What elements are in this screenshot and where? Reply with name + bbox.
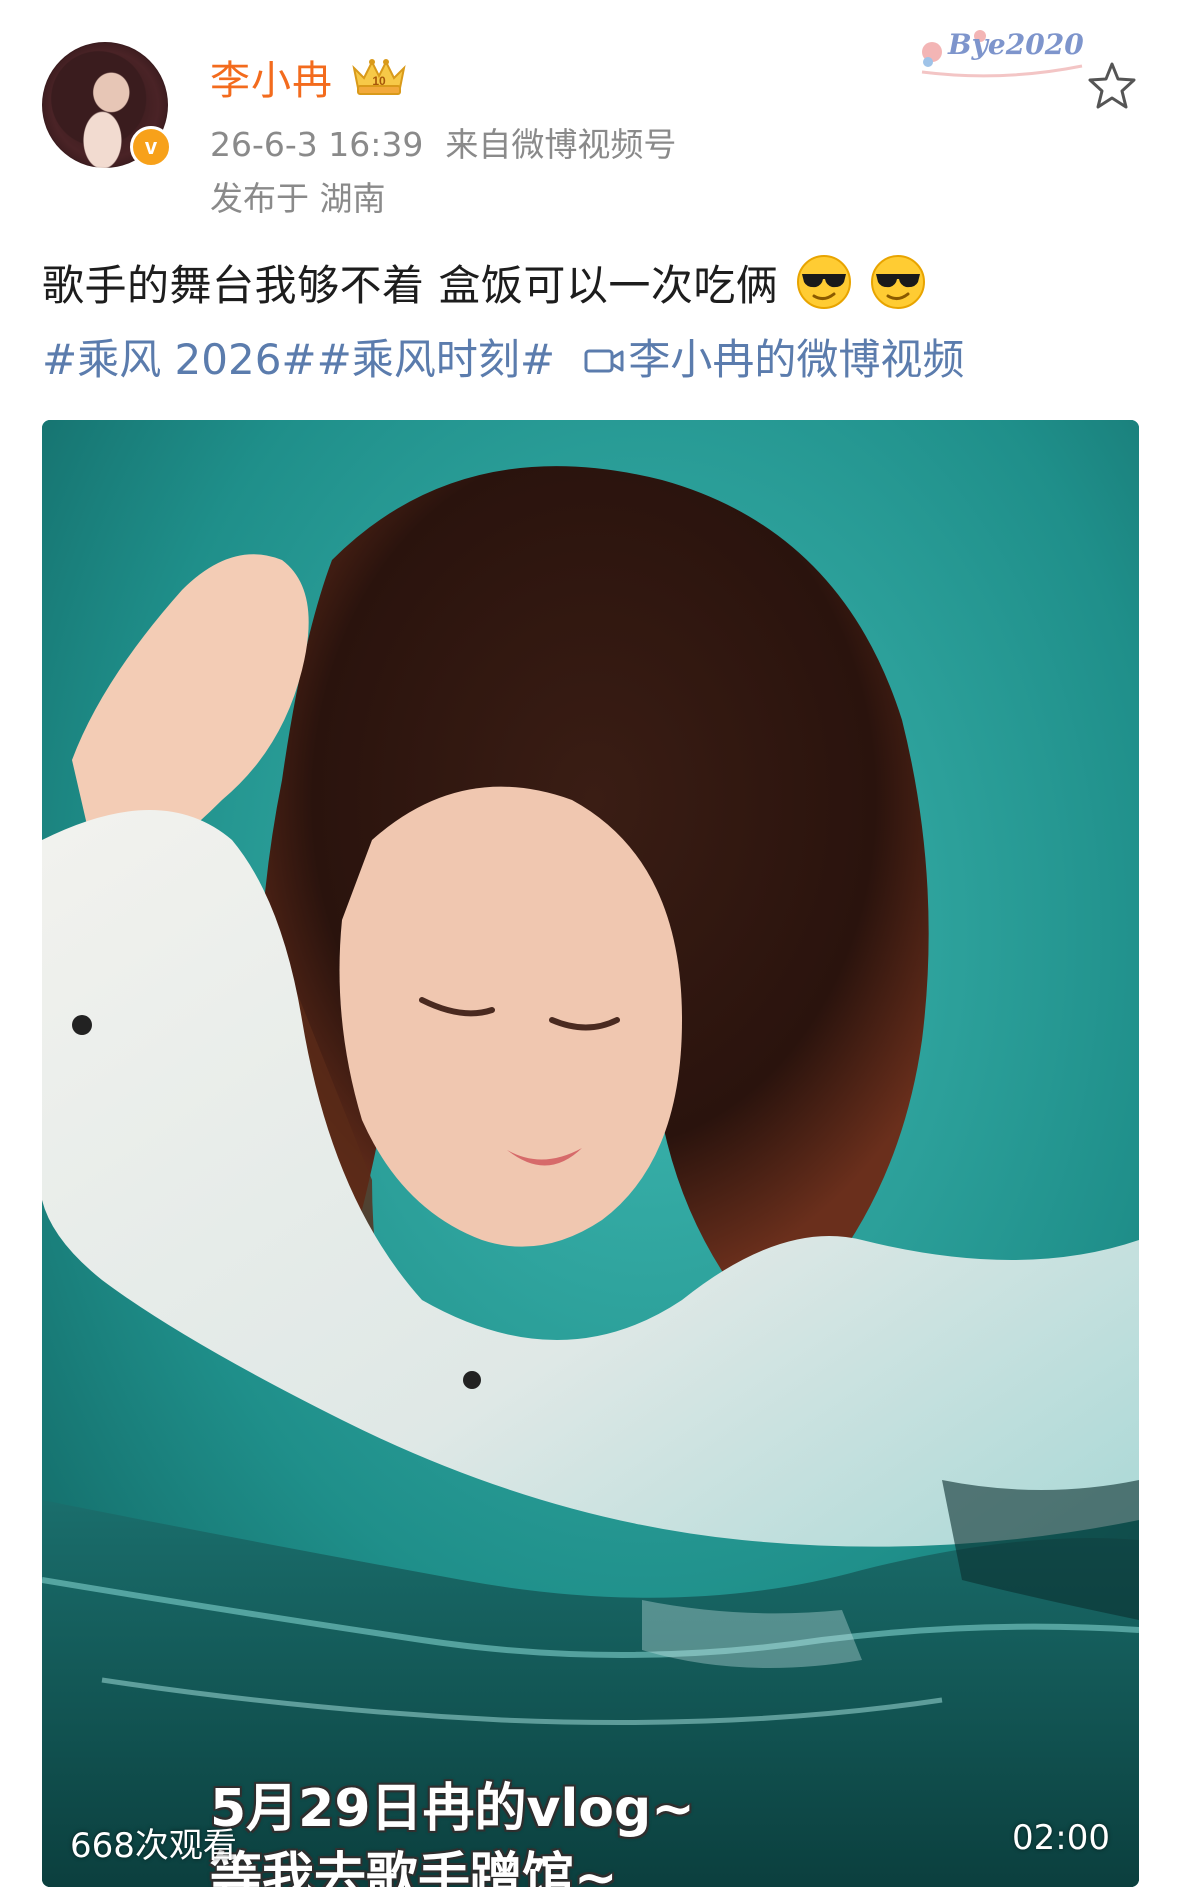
- star-icon[interactable]: [1086, 60, 1138, 112]
- verified-badge: v: [130, 126, 172, 168]
- crown-icon: 10: [352, 59, 406, 95]
- post-meta: 26-6-3 16:39 来自微博视频号: [210, 118, 676, 166]
- post-timestamp: 26-6-3 16:39: [210, 125, 424, 164]
- video-player[interactable]: 5月29日冉的vlog~ 等我去歌手蹭馆~ 668次观看 02:00: [42, 420, 1139, 1887]
- avatar[interactable]: v: [42, 42, 172, 168]
- video-subtitle: 等我去歌手蹭馆~: [210, 1848, 618, 1887]
- watermark: Bye2020: [912, 22, 1092, 80]
- video-camera-icon[interactable]: [584, 346, 624, 376]
- post-location: 发布于 湖南: [210, 179, 386, 218]
- topic-line: #乘风 2026##乘风时刻# 李小冉的微博视频: [42, 326, 964, 387]
- video-subtitle: 5月29日冉的vlog~: [210, 1779, 695, 1839]
- post-source[interactable]: 来自微博视频号: [445, 125, 676, 164]
- topic-link[interactable]: #乘风时刻#: [317, 335, 555, 384]
- video-link[interactable]: 李小冉的微博视频: [628, 335, 964, 384]
- svg-text:10: 10: [372, 74, 386, 88]
- sunglasses-emoji-icon: [871, 255, 926, 309]
- post-body: 歌手的舞台我够不着 盒饭可以一次吃俩: [42, 252, 926, 313]
- sunglasses-emoji-icon: [797, 255, 852, 309]
- video-thumbnail: [42, 420, 1139, 1887]
- watermark-text: Bye2020: [948, 28, 1084, 61]
- topic-link[interactable]: #乘风 2026#: [42, 335, 317, 384]
- weibo-post-page: Bye2020 v 李小冉 10 26-6-3 16:39 来自微博视频号 发布于…: [0, 0, 1179, 1887]
- username[interactable]: 李小冉: [210, 48, 333, 106]
- post-body-text: 歌手的舞台我够不着 盒饭可以一次吃俩: [42, 261, 779, 310]
- video-view-count: 668次观看: [70, 1826, 237, 1866]
- video-duration: 02:00: [1012, 1818, 1110, 1858]
